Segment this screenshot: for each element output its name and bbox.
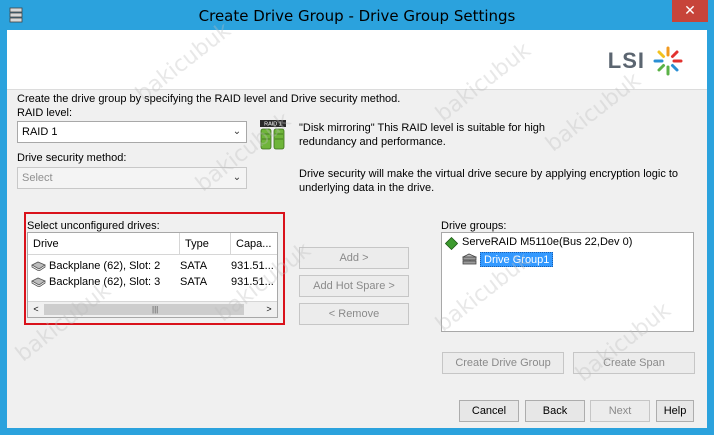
dialog-window: Create Drive Group - Drive Group Setting… (0, 0, 714, 435)
intro-text: Create the drive group by specifying the… (17, 93, 401, 105)
add-hot-spare-button[interactable]: Add Hot Spare > (299, 275, 409, 297)
close-button[interactable]: ✕ (672, 0, 708, 22)
help-button[interactable]: Help (656, 400, 694, 422)
drive-group-icon (462, 253, 477, 265)
next-button[interactable]: Next (590, 400, 650, 422)
add-button[interactable]: Add > (299, 247, 409, 269)
raid-level-select[interactable]: RAID 1 ⌄ (17, 121, 247, 143)
highlight-box (24, 212, 285, 325)
raid-level-label: RAID level: (17, 107, 73, 119)
chevron-down-icon: ⌄ (232, 172, 242, 183)
lsi-logo-icon (653, 46, 683, 76)
dialog-body: LSI Create the drive group by specifying… (7, 18, 707, 428)
back-button[interactable]: Back (525, 400, 585, 422)
window-title: Create Drive Group - Drive Group Setting… (198, 7, 516, 25)
drive-groups-label: Drive groups: (441, 220, 507, 232)
raid-level-description: "Disk mirroring" This RAID level is suit… (299, 122, 546, 148)
chevron-down-icon: ⌄ (232, 126, 242, 137)
header-banner: LSI (7, 30, 707, 90)
drive-security-description: Drive security will make the virtual dri… (299, 168, 679, 194)
tree-item-controller[interactable]: ServeRAID M5110e(Bus 22,Dev 0) (462, 236, 632, 248)
drive-security-value: Select (22, 172, 53, 184)
tree-item-drive-group[interactable]: Drive Group1 (480, 252, 554, 267)
remove-button[interactable]: < Remove (299, 303, 409, 325)
raid-badge-text: RAID 1 (264, 122, 282, 128)
drive-security-label: Drive security method: (17, 152, 127, 164)
drive-security-select[interactable]: Select ⌄ (17, 167, 247, 189)
raid-drives-icon: RAID 1 (260, 120, 286, 150)
lsi-logo-text: LSI (607, 48, 645, 73)
controller-icon (445, 237, 458, 250)
cancel-button[interactable]: Cancel (459, 400, 519, 422)
title-bar[interactable]: Create Drive Group - Drive Group Setting… (0, 0, 714, 30)
create-span-button[interactable]: Create Span (573, 352, 695, 374)
create-drive-group-button[interactable]: Create Drive Group (442, 352, 564, 374)
drive-groups-tree[interactable]: ServeRAID M5110e(Bus 22,Dev 0) Drive Gro… (441, 232, 694, 332)
raid-level-value: RAID 1 (22, 126, 58, 138)
